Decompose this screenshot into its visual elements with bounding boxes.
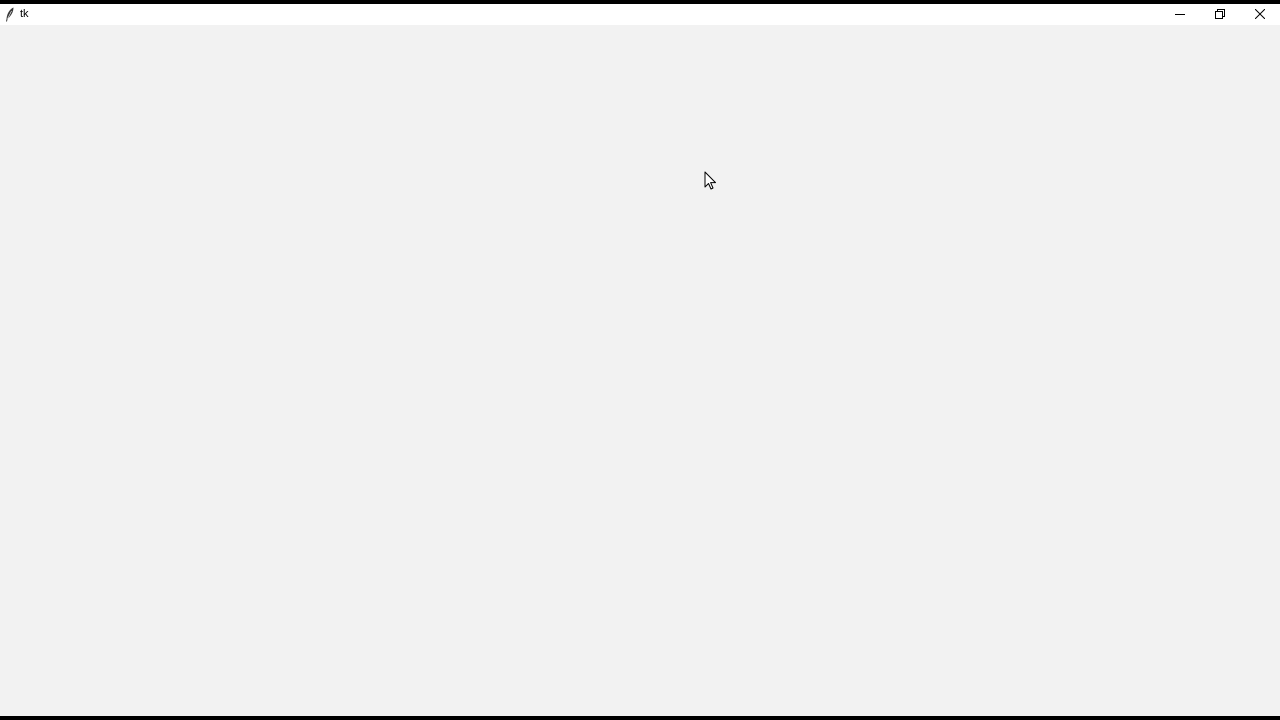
minimize-button[interactable] [1160,4,1200,25]
close-icon [1254,6,1266,24]
title-bar[interactable]: tk [0,4,1280,25]
tk-window: tk [0,4,1280,716]
window-controls [1160,4,1280,25]
restore-button[interactable] [1200,4,1240,25]
minimize-icon [1175,6,1185,24]
close-button[interactable] [1240,4,1280,25]
window-title: tk [20,8,29,20]
window-client-area[interactable] [0,25,1280,716]
restore-icon [1215,6,1225,24]
tk-feather-icon[interactable] [3,7,17,23]
